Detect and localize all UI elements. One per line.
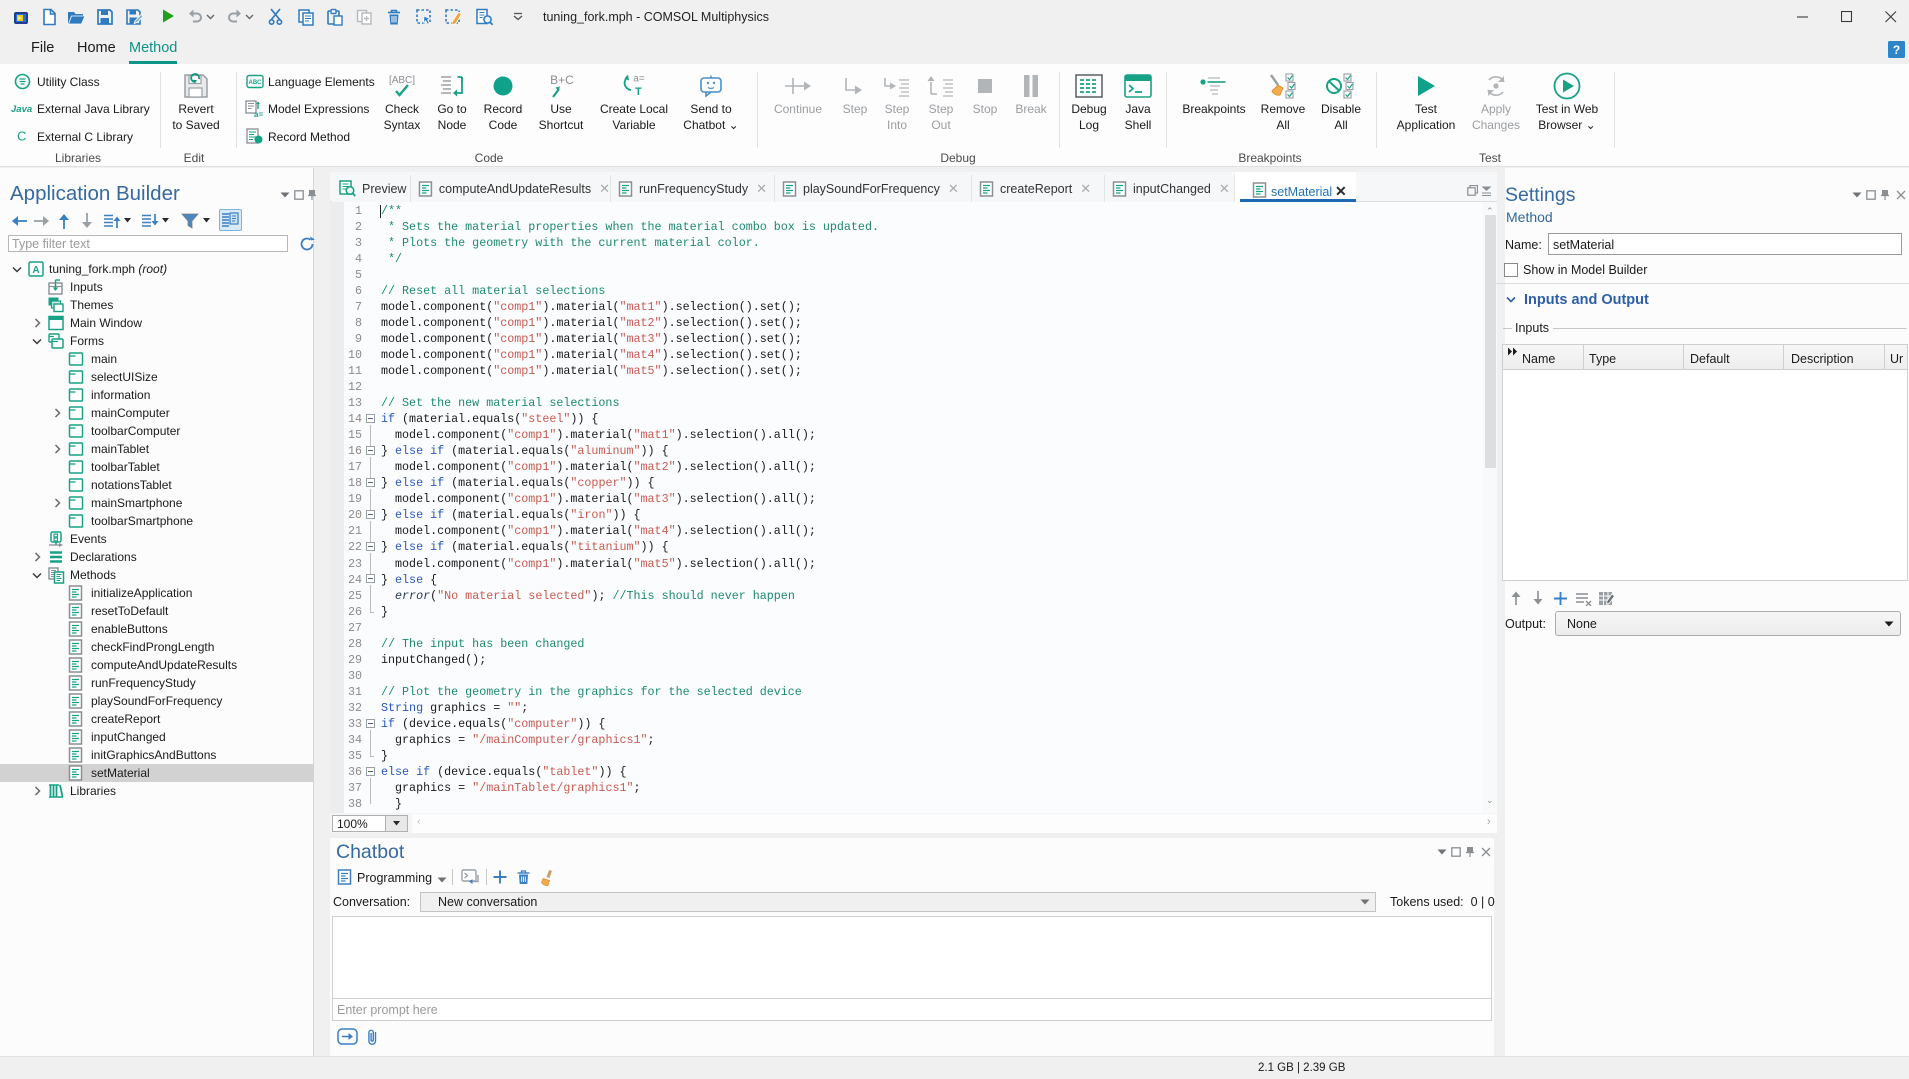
svg-text:a=: a=: [254, 110, 263, 118]
svg-text:T: T: [635, 86, 642, 98]
svg-text:A: A: [32, 265, 39, 276]
svg-text:a=: a=: [633, 74, 645, 85]
svg-text:C: C: [17, 129, 26, 144]
svg-text:Java: Java: [11, 104, 32, 114]
svg-text:B+C: B+C: [550, 73, 574, 87]
svg-text:?: ?: [1893, 43, 1900, 57]
svg-text:ABC: ABC: [249, 80, 263, 86]
